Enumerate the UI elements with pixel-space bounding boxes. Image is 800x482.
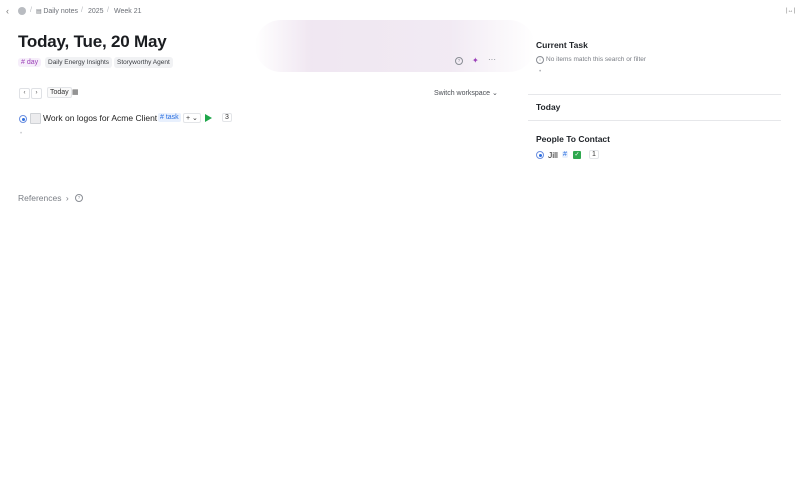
person-count-badge[interactable]: 1: [589, 150, 599, 159]
breadcrumb-label: Daily notes: [43, 8, 78, 15]
no-items-message: No items match this search or filter: [546, 56, 647, 63]
calendar-icon[interactable]: ▦: [72, 88, 79, 96]
empty-bullet-icon[interactable]: •: [20, 131, 22, 137]
empty-bullet-icon[interactable]: •: [539, 68, 541, 75]
chevron-down-icon: ⌄: [491, 90, 498, 97]
switch-workspace-button[interactable]: Switch workspace ⌄: [434, 89, 498, 97]
chip-daily-energy-insights[interactable]: Daily Energy Insights: [45, 57, 113, 68]
people-to-contact-title: People To Contact: [536, 134, 610, 144]
breadcrumb-year[interactable]: 2025: [88, 8, 104, 15]
task-bullet-icon[interactable]: [19, 115, 27, 123]
references-help-icon[interactable]: ?: [75, 194, 83, 202]
person-bullet-icon[interactable]: [536, 151, 544, 159]
breadcrumb-daily-notes[interactable]: ▤ Daily notes: [36, 8, 78, 15]
current-task-title: Current Task: [536, 40, 588, 50]
breadcrumb-separator: /: [30, 7, 32, 14]
check-icon[interactable]: ✓: [573, 151, 581, 159]
person-name[interactable]: Jill: [548, 150, 558, 160]
sidebar-toggle-icon[interactable]: |↔|: [786, 8, 795, 14]
play-icon[interactable]: [205, 114, 212, 122]
page-title[interactable]: Today, Tue, 20 May: [18, 32, 167, 52]
next-day-button[interactable]: ›: [31, 88, 42, 99]
person-tag[interactable]: #: [562, 151, 568, 158]
background-smear: [255, 20, 535, 72]
prev-day-button[interactable]: ‹: [19, 88, 30, 99]
task-tag[interactable]: # task: [158, 113, 181, 122]
task-text[interactable]: Work on logos for Acme Client: [43, 113, 157, 123]
today-section-title: Today: [536, 102, 561, 112]
today-button[interactable]: Today: [47, 87, 72, 98]
info-icon: i: [536, 56, 544, 64]
workspace-avatar-icon[interactable]: [18, 7, 26, 15]
chevron-right-icon: ›: [65, 193, 69, 203]
divider: [528, 94, 781, 95]
back-icon[interactable]: ‹: [6, 6, 9, 16]
references-toggle[interactable]: References ›: [18, 193, 69, 203]
help-icon[interactable]: ?: [455, 57, 463, 65]
top-bar: ‹ / ▤ Daily notes / 2025 / Week 21 |↔|: [0, 0, 800, 22]
add-field-button[interactable]: + ⌄: [183, 113, 201, 123]
switch-workspace-label: Switch workspace: [434, 90, 491, 97]
divider: [528, 120, 781, 121]
day-tag[interactable]: # day: [18, 58, 42, 67]
task-checkbox[interactable]: [30, 113, 41, 124]
references-label: References: [18, 193, 62, 203]
more-icon[interactable]: ···: [488, 55, 496, 64]
task-count-badge[interactable]: 3: [222, 113, 232, 122]
breadcrumb-separator: /: [81, 7, 83, 14]
chip-storyworthy-agent[interactable]: Storyworthy Agent: [114, 57, 173, 68]
sparkle-icon[interactable]: ✦: [472, 56, 479, 65]
breadcrumb-separator: /: [107, 7, 109, 14]
breadcrumb-week[interactable]: Week 21: [114, 8, 142, 15]
